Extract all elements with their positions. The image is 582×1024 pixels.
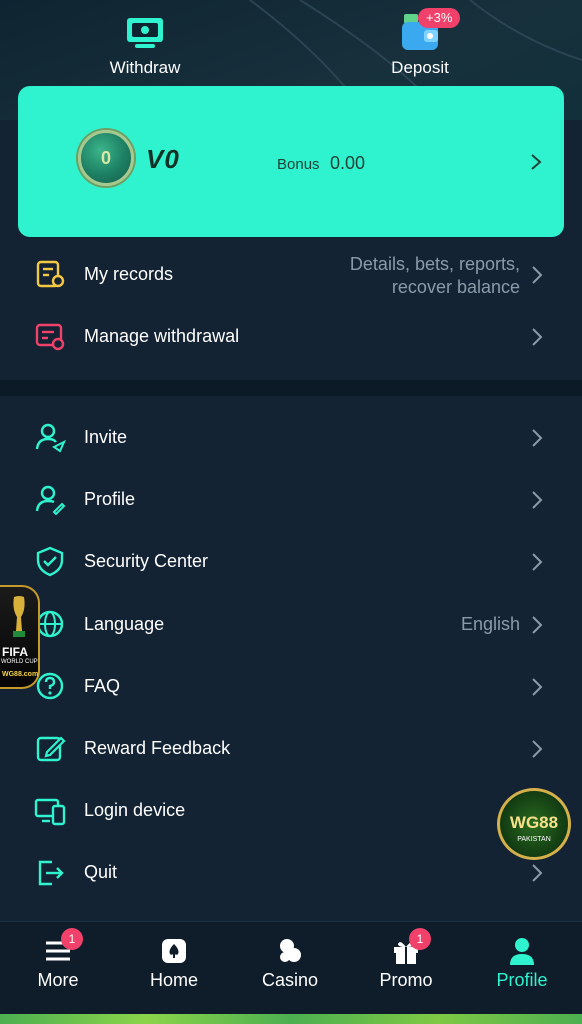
nav-profile[interactable]: Profile <box>482 936 562 1016</box>
device-icon <box>34 798 66 826</box>
section-divider <box>0 380 582 396</box>
casino-icon <box>275 936 305 966</box>
menu-label-my-records: My records <box>84 264 174 284</box>
deposit-label: Deposit <box>391 58 449 77</box>
trophy-icon <box>13 596 25 637</box>
records-icon <box>36 260 65 288</box>
balance-card[interactable]: 0 V0 Bonus 0.00 <box>18 86 564 237</box>
fifa-subtitle: WORLD CUP <box>1 659 38 665</box>
menu-label-profile: Profile <box>84 489 136 509</box>
menu-label-quit: Quit <box>84 862 118 882</box>
menu-label-reward-feedback: Reward Feedback <box>84 738 231 758</box>
bonus-label: Bonus <box>277 156 320 173</box>
chevron-right-icon <box>532 740 543 758</box>
chevron-right-icon <box>532 429 543 447</box>
menu-item-quit[interactable]: Quit <box>0 842 582 904</box>
more-badge: 1 <box>61 928 83 950</box>
user-icon <box>507 936 537 966</box>
chevron-right-icon <box>532 491 543 509</box>
edit-icon <box>36 736 66 762</box>
menu-item-login-device[interactable]: Login device <box>0 780 582 842</box>
chevron-right-icon <box>532 864 543 882</box>
coin-icon: 0 <box>78 130 134 186</box>
chevron-right-icon <box>532 616 543 634</box>
withdraw-button[interactable]: Withdraw <box>75 10 215 78</box>
chevron-right-icon <box>531 154 542 170</box>
menu-icon: 1 <box>43 928 83 966</box>
chevron-right-icon <box>532 328 543 346</box>
nav-profile-label: Profile <box>496 970 548 990</box>
profile-icon <box>35 485 66 515</box>
menu-item-manage-withdrawal[interactable]: Manage withdrawal <box>0 306 582 368</box>
nav-promo-label: Promo <box>379 970 433 990</box>
menu-item-security-center[interactable]: Security Center <box>0 531 582 593</box>
menu-item-invite[interactable]: Invite <box>0 407 582 469</box>
coin-symbol: 0 <box>100 148 111 168</box>
nav-more-label: More <box>37 970 79 990</box>
wg88-subtitle: PAKISTAN <box>517 836 551 843</box>
fifa-title: FIFA <box>2 645 28 659</box>
menu-label-manage-withdrawal: Manage withdrawal <box>84 326 240 346</box>
menu-item-reward-feedback[interactable]: Reward Feedback <box>0 718 582 780</box>
my-records-desc-line2: recover balance <box>391 277 520 297</box>
chevron-right-icon <box>532 266 543 284</box>
nav-home[interactable]: Home <box>134 936 214 1016</box>
fifa-brand: WG88.com <box>2 671 39 678</box>
menu-label-login-device: Login device <box>84 800 186 820</box>
nav-more[interactable]: 1 More <box>18 928 98 1016</box>
manage-withdrawal-icon <box>35 323 65 351</box>
menu-label-invite: Invite <box>84 427 128 447</box>
menu-item-my-records[interactable]: My records Details, bets, reports, recov… <box>0 244 582 306</box>
grass-decoration <box>0 1014 582 1024</box>
deposit-promo-badge: +3% <box>418 8 461 28</box>
shield-icon <box>36 546 64 577</box>
bottom-navigation: 1 More Home Casino 1 Promo Profile <box>0 921 582 1024</box>
wg88-floating-badge[interactable]: WG88 PAKISTAN <box>497 788 571 860</box>
invite-icon <box>35 423 66 453</box>
withdraw-icon <box>123 10 167 54</box>
wg88-brand: WG88 <box>509 813 559 832</box>
menu-item-faq[interactable]: FAQ <box>0 656 582 718</box>
bonus-value: 0.00 <box>330 153 366 173</box>
chevron-right-icon <box>532 678 543 696</box>
nav-promo[interactable]: 1 Promo <box>366 928 446 1016</box>
menu-label-faq: FAQ <box>84 676 121 696</box>
language-value: English <box>460 614 520 634</box>
balance-name: V0 <box>146 144 180 174</box>
menu-item-profile[interactable]: Profile <box>0 469 582 531</box>
nav-casino[interactable]: Casino <box>250 936 330 1016</box>
nav-home-label: Home <box>149 970 198 990</box>
my-records-desc-line1: Details, bets, reports, <box>349 254 520 274</box>
menu-label-security-center: Security Center <box>84 551 209 571</box>
my-records-description: Details, bets, reports, recover balance <box>350 253 520 299</box>
logout-icon <box>38 860 64 886</box>
withdraw-label: Withdraw <box>109 58 181 77</box>
nav-casino-label: Casino <box>261 970 319 990</box>
menu-label-language: Language <box>84 614 165 634</box>
chevron-right-icon <box>532 553 543 571</box>
menu-item-language[interactable]: Language English <box>0 594 582 656</box>
promo-badge: 1 <box>409 928 431 950</box>
gift-icon: 1 <box>391 928 431 966</box>
home-icon <box>159 936 189 966</box>
fifa-world-cup-badge[interactable]: FIFA WORLD CUP WG88.com <box>0 585 40 689</box>
